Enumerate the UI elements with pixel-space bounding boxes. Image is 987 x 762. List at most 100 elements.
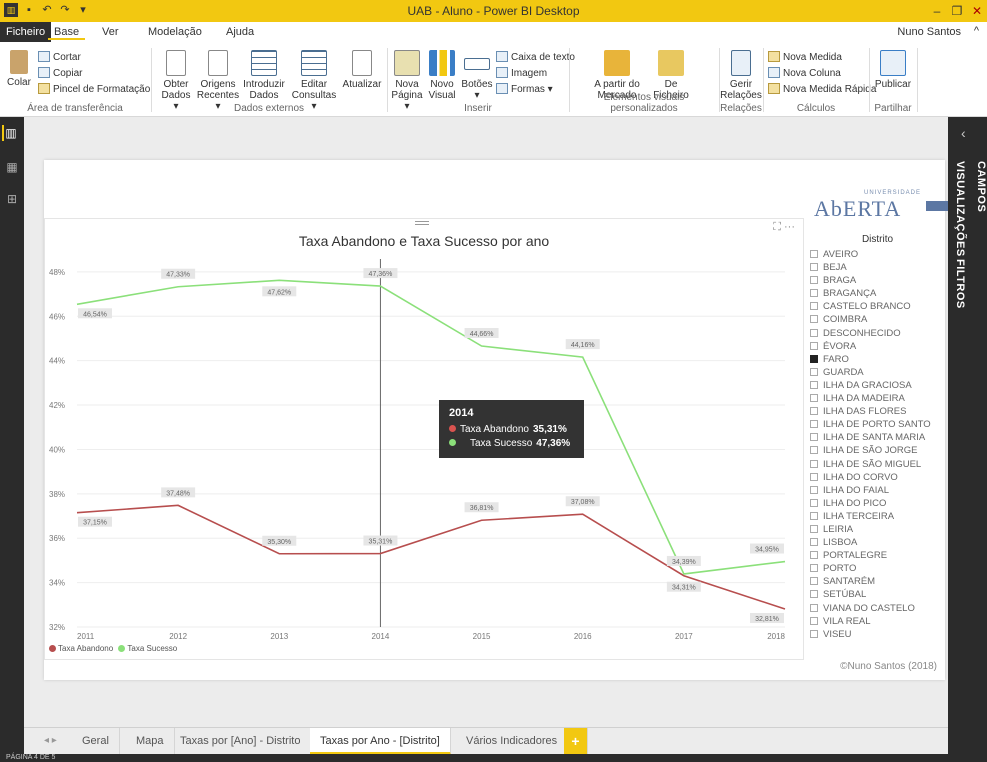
report-view-icon[interactable]: ▥ [2, 125, 18, 141]
tab-modelacao[interactable]: Modelação [142, 24, 208, 40]
checkbox[interactable] [810, 302, 818, 311]
add-page-button[interactable]: + [564, 728, 588, 755]
restore-icon[interactable]: ❐ [947, 0, 967, 22]
new-visual-button[interactable]: Novo Visual [426, 50, 458, 101]
checkbox[interactable] [810, 420, 818, 429]
copy-button[interactable]: Copiar [38, 66, 82, 81]
checkbox[interactable] [810, 407, 818, 416]
slicer-item[interactable]: ILHA DO PICO [810, 497, 945, 510]
slicer-item[interactable]: ÉVORA [810, 340, 945, 353]
slicer-item[interactable]: VISEU [810, 628, 945, 641]
slicer-item[interactable]: BRAGA [810, 274, 945, 287]
user-name[interactable]: Nuno Santos [897, 26, 961, 38]
tab-ajuda[interactable]: Ajuda [220, 24, 260, 40]
relationships-view-icon[interactable]: ⊞ [4, 191, 20, 207]
slicer-item[interactable]: ILHA DE SÃO JORGE [810, 444, 945, 457]
page-nav-arrows-icon[interactable]: ◂ ▸ [44, 735, 57, 746]
visualizations-panel-tab[interactable]: VISUALIZAÇÕES [954, 161, 966, 257]
checkbox[interactable] [810, 263, 818, 272]
slicer-item[interactable]: DESCONHECIDO [810, 327, 945, 340]
checkbox[interactable] [810, 590, 818, 599]
slicer-item[interactable]: GUARDA [810, 366, 945, 379]
checkbox[interactable] [810, 354, 818, 363]
checkbox[interactable] [810, 485, 818, 494]
slicer-item[interactable]: VIANA DO CASTELO [810, 602, 945, 615]
checkbox[interactable] [810, 629, 818, 638]
image-button[interactable]: Imagem [496, 66, 547, 81]
slicer-item[interactable]: VILA REAL [810, 615, 945, 628]
slicer-item[interactable]: SETÚBAL [810, 588, 945, 601]
checkbox[interactable] [810, 446, 818, 455]
page-tab-taxas-distrito[interactable]: Taxas por Ano - [Distrito] [310, 728, 451, 755]
slicer-item[interactable]: SANTARÉM [810, 575, 945, 588]
page-tab-mapa[interactable]: Mapa [126, 728, 175, 755]
refresh-button[interactable]: Atualizar [342, 50, 382, 90]
checkbox[interactable] [810, 472, 818, 481]
collapse-ribbon-icon[interactable]: ^ [974, 25, 979, 37]
slicer-item[interactable]: LEIRIA [810, 523, 945, 536]
checkbox[interactable] [810, 328, 818, 337]
page-tab-geral[interactable]: Geral [72, 728, 120, 755]
slicer-item[interactable]: CASTELO BRANCO [810, 300, 945, 313]
new-measure-button[interactable]: Nova Medida [768, 50, 842, 65]
quick-measure-button[interactable]: Nova Medida Rápida [768, 82, 876, 97]
paste-button[interactable]: Colar [4, 50, 34, 88]
slicer-item[interactable]: ILHA DO FAIAL [810, 484, 945, 497]
checkbox[interactable] [810, 459, 818, 468]
checkbox[interactable] [810, 289, 818, 298]
checkbox[interactable] [810, 276, 818, 285]
checkbox[interactable] [810, 498, 818, 507]
fields-panel-tab[interactable]: CAMPOS [974, 161, 987, 212]
publish-button[interactable]: Publicar [872, 50, 914, 90]
checkbox[interactable] [810, 524, 818, 533]
checkbox[interactable] [810, 380, 818, 389]
close-icon[interactable]: ✕ [967, 0, 987, 22]
slicer-item[interactable]: COIMBRA [810, 313, 945, 326]
data-view-icon[interactable]: ▦ [4, 159, 20, 175]
buttons-button[interactable]: Botões ▾ [460, 50, 494, 101]
slicer-item[interactable]: PORTALEGRE [810, 549, 945, 562]
line-chart-visual[interactable]: ⛶ ··· Taxa Abandono e Taxa Sucesso por a… [44, 218, 804, 660]
slicer-item[interactable]: AVEIRO [810, 248, 945, 261]
cut-button[interactable]: Cortar [38, 50, 81, 65]
slicer-item[interactable]: ILHA DE PORTO SANTO [810, 418, 945, 431]
minimize-icon[interactable]: – [927, 0, 947, 22]
checkbox[interactable] [810, 616, 818, 625]
slicer-item[interactable]: ILHA DO CORVO [810, 471, 945, 484]
filters-panel-tab[interactable]: FILTROS [954, 259, 966, 309]
slicer-item[interactable]: PORTO [810, 562, 945, 575]
checkbox[interactable] [810, 551, 818, 560]
expand-panel-icon[interactable]: ‹ [961, 125, 966, 141]
chart-plot[interactable]: 32% 34% 36% 38% 40% 42% 44% 46% 48% 2011 2012 2013 2… [45, 219, 805, 661]
checkbox[interactable] [810, 511, 818, 520]
page-tab-taxas-ano-distrito[interactable]: Taxas por [Ano] - Distrito [170, 728, 312, 755]
page-tab-varios-indicadores[interactable]: Vários Indicadores [456, 728, 569, 755]
checkbox[interactable] [810, 250, 818, 258]
checkbox[interactable] [810, 538, 818, 547]
slicer-item[interactable]: ILHA DA MADEIRA [810, 392, 945, 405]
tab-ficheiro[interactable]: Ficheiro [0, 22, 52, 42]
slicer-item[interactable]: ILHA DA GRACIOSA [810, 379, 945, 392]
checkbox[interactable] [810, 394, 818, 403]
tab-ver[interactable]: Ver [96, 24, 125, 40]
checkbox[interactable] [810, 577, 818, 586]
slicer-item[interactable]: ILHA TERCEIRA [810, 510, 945, 523]
slicer-item[interactable]: BRAGANÇA [810, 287, 945, 300]
checkbox[interactable] [810, 367, 818, 376]
slicer-item[interactable]: LISBOA [810, 536, 945, 549]
format-painter-button[interactable]: Pincel de Formatação [38, 82, 150, 97]
new-column-button[interactable]: Nova Coluna [768, 66, 841, 81]
slicer-item[interactable]: ILHA DE SANTA MARIA [810, 431, 945, 444]
checkbox[interactable] [810, 564, 818, 573]
text-box-button[interactable]: Caixa de texto [496, 50, 575, 65]
checkbox[interactable] [810, 603, 818, 612]
slicer-item[interactable]: ILHA DAS FLORES [810, 405, 945, 418]
slicer-item[interactable]: FARO [810, 353, 945, 366]
tab-base[interactable]: Base [48, 24, 86, 40]
shapes-button[interactable]: Formas ▾ [496, 82, 553, 97]
slicer-item[interactable]: ILHA DE SÃO MIGUEL [810, 458, 945, 471]
checkbox[interactable] [810, 433, 818, 442]
slicer-item[interactable]: BEJA [810, 261, 945, 274]
checkbox[interactable] [810, 315, 818, 324]
enter-data-button[interactable]: Introduzir Dados [242, 50, 286, 101]
